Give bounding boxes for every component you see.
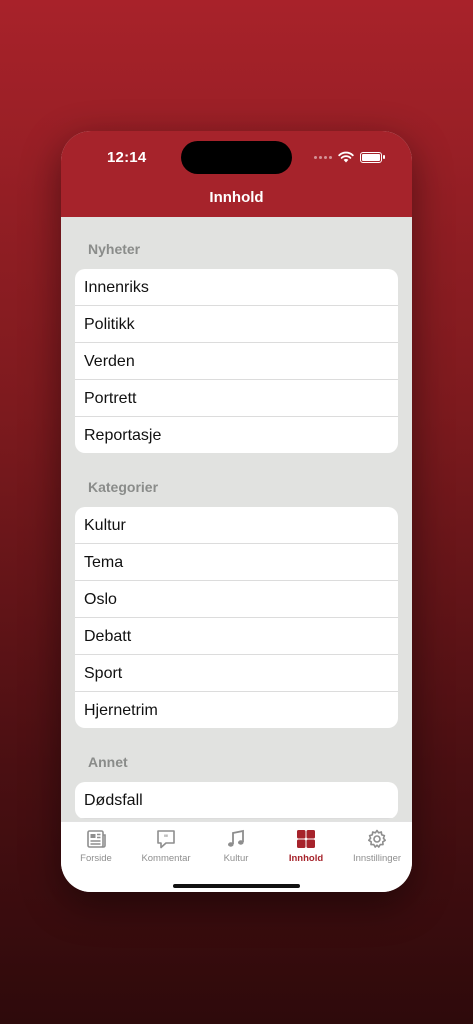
navigation-header: 12:14 Innhold (61, 131, 412, 217)
tab-bar: Forside " Kommentar Kultur Innhold Innst… (61, 821, 412, 892)
list-item-sport[interactable]: Sport (75, 655, 398, 692)
group-nyheter: Innenriks Politikk Verden Portrett Repor… (75, 269, 398, 453)
group-annet: Dødsfall (75, 782, 398, 819)
phone-screen: 12:14 Innhold Nyheter Innenriks Politikk… (61, 131, 412, 892)
list-item-debatt[interactable]: Debatt (75, 618, 398, 655)
tab-innstillinger[interactable]: Innstillinger (342, 828, 412, 864)
list-item-politikk[interactable]: Politikk (75, 306, 398, 343)
gear-icon (368, 829, 386, 848)
content-list[interactable]: Nyheter Innenriks Politikk Verden Portre… (61, 217, 412, 821)
list-item-verden[interactable]: Verden (75, 343, 398, 380)
status-time: 12:14 (107, 149, 147, 166)
group-kategorier: Kultur Tema Oslo Debatt Sport Hjernetrim (75, 507, 398, 728)
list-item-oslo[interactable]: Oslo (75, 581, 398, 618)
dynamic-island (181, 141, 292, 174)
newspaper-icon (87, 830, 106, 848)
list-item-tema[interactable]: Tema (75, 544, 398, 581)
tab-label-kommentar: Kommentar (141, 853, 191, 864)
grid-icon (297, 830, 315, 848)
tab-innhold[interactable]: Innhold (271, 828, 341, 864)
signal-icon (314, 155, 332, 159)
comment-icon: " (157, 830, 175, 849)
tab-kommentar[interactable]: " Kommentar (131, 828, 201, 864)
tab-label-innstillinger: Innstillinger (352, 853, 402, 864)
status-indicators (314, 151, 385, 163)
section-title-kategorier: Kategorier (88, 479, 159, 495)
tab-forside[interactable]: Forside (61, 828, 131, 864)
list-item-portrett[interactable]: Portrett (75, 380, 398, 417)
home-indicator[interactable] (173, 884, 300, 888)
battery-icon (360, 151, 385, 163)
section-title-nyheter: Nyheter (88, 241, 141, 257)
tab-label-kultur: Kultur (223, 853, 249, 864)
list-item-hjernetrim[interactable]: Hjernetrim (75, 692, 398, 728)
tab-kultur[interactable]: Kultur (201, 828, 271, 864)
svg-text:": " (164, 834, 169, 844)
list-item-innenriks[interactable]: Innenriks (75, 269, 398, 306)
tab-label-innhold: Innhold (288, 853, 324, 864)
list-item-reportasje[interactable]: Reportasje (75, 417, 398, 453)
page-title: Innhold (209, 189, 264, 206)
section-title-annet: Annet (88, 754, 128, 770)
list-item-dodsfall[interactable]: Dødsfall (75, 782, 398, 819)
wifi-icon (338, 151, 354, 163)
list-item-kultur[interactable]: Kultur (75, 507, 398, 544)
tab-label-forside: Forside (80, 853, 112, 864)
music-note-icon (228, 829, 244, 847)
